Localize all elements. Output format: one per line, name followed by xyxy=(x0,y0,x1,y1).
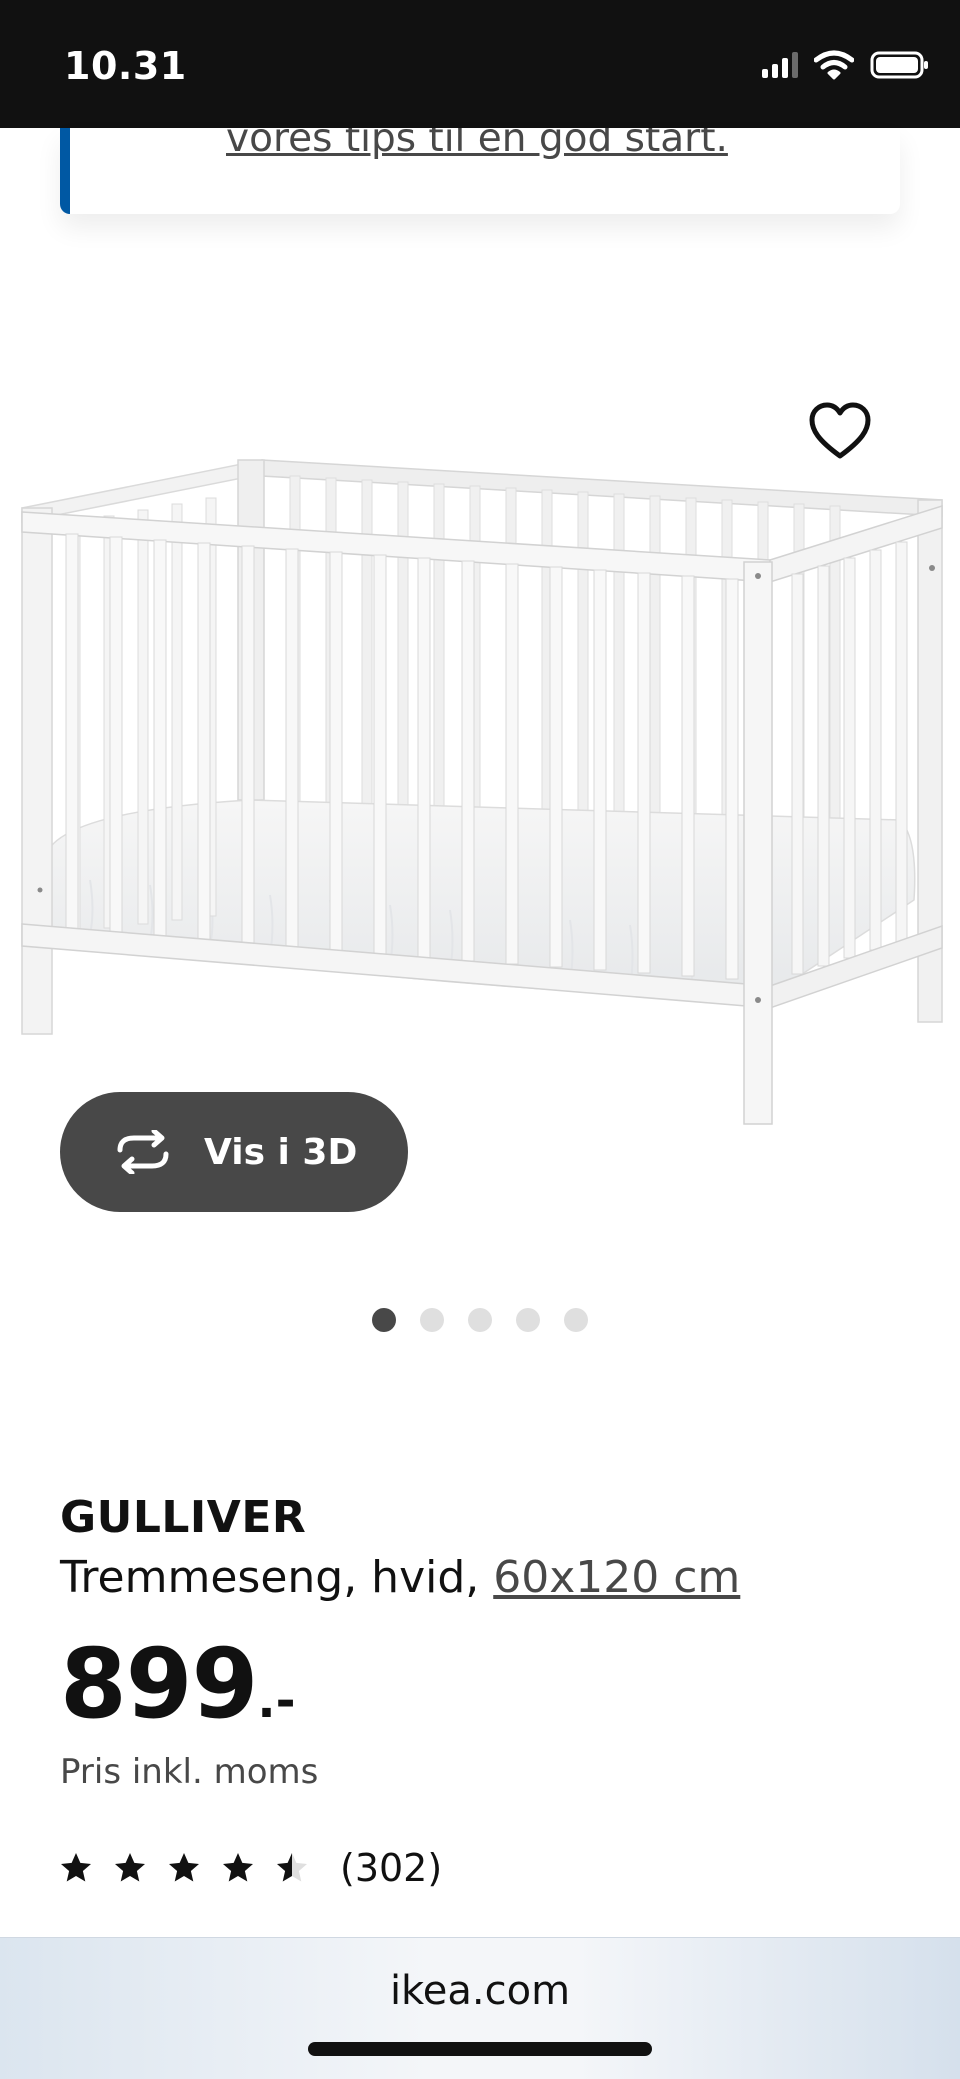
view-3d-button[interactable]: Vis i 3D xyxy=(60,1092,408,1212)
product-name: GULLIVER xyxy=(60,1492,307,1543)
price-value: 899 xyxy=(60,1628,258,1740)
heart-icon xyxy=(809,402,871,459)
review-count: (302) xyxy=(340,1846,443,1890)
rotate-3d-icon xyxy=(117,1130,169,1174)
product-rating[interactable]: (302) xyxy=(58,1846,442,1890)
carousel-dot[interactable] xyxy=(564,1308,588,1332)
status-time: 10.31 xyxy=(64,44,187,88)
product-price: 899 .- xyxy=(60,1628,296,1740)
product-size-link[interactable]: 60x120 cm xyxy=(493,1552,740,1603)
star-icon xyxy=(223,1853,253,1882)
view-3d-label: Vis i 3D xyxy=(204,1131,358,1173)
status-icons xyxy=(762,50,930,80)
star-icon xyxy=(115,1853,145,1882)
star-icon xyxy=(169,1853,199,1882)
favorite-button[interactable] xyxy=(808,402,872,462)
status-bar: 10.31 xyxy=(0,0,960,128)
half-star-icon xyxy=(277,1853,307,1882)
tips-link[interactable]: vores tips til en god start. xyxy=(226,128,728,161)
tip-card: vores tips til en god start. xyxy=(60,128,900,214)
cellular-signal-icon xyxy=(762,52,798,78)
star-icon xyxy=(61,1853,91,1882)
carousel-dot[interactable] xyxy=(516,1308,540,1332)
carousel-pagination xyxy=(372,1308,588,1332)
price-note: Pris inkl. moms xyxy=(60,1752,319,1792)
price-suffix: .- xyxy=(257,1673,296,1729)
rating-stars xyxy=(58,1850,310,1886)
product-description-text: Tremmeseng, hvid, xyxy=(60,1552,494,1603)
product-description: Tremmeseng, hvid, 60x120 cm xyxy=(60,1552,740,1603)
product-image-crib[interactable] xyxy=(0,440,960,1140)
carousel-dot[interactable] xyxy=(372,1308,396,1332)
battery-icon xyxy=(870,51,928,79)
carousel-dot[interactable] xyxy=(468,1308,492,1332)
home-indicator[interactable] xyxy=(308,2042,652,2056)
url-text: ikea.com xyxy=(389,1968,571,2014)
wifi-icon xyxy=(814,50,854,80)
carousel-dot[interactable] xyxy=(420,1308,444,1332)
browser-address-bar[interactable]: ikea.com xyxy=(0,1937,960,2079)
